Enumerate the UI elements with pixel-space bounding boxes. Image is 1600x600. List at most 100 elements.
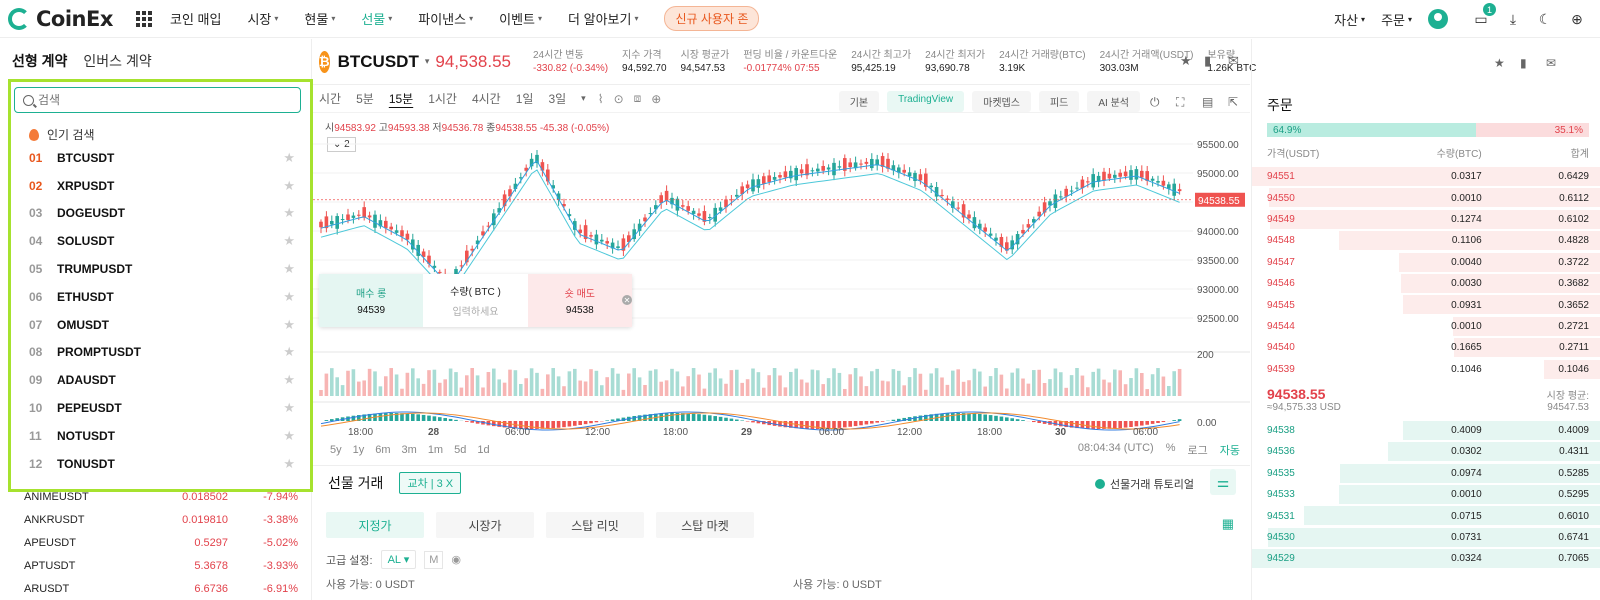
new-user-zone-button[interactable]: 신규 사용자 존	[664, 6, 760, 31]
fullscreen-icon[interactable]: ⛶	[1176, 95, 1192, 109]
globe-icon[interactable]: ⊕	[1568, 10, 1586, 28]
eye-icon[interactable]: ◉	[451, 553, 461, 566]
hot-search-item[interactable]: 12 TONUSDT ★	[29, 450, 299, 478]
bid-row[interactable]: 94531 0.0715 0.6010	[1252, 505, 1600, 526]
quick-buy-long-button[interactable]: 매수 롱 94539	[319, 274, 424, 327]
nav-item-0[interactable]: 코인 매입	[170, 9, 221, 28]
ask-row[interactable]: 94546 0.0030 0.3682	[1252, 273, 1600, 294]
download-icon[interactable]: ⤓	[1504, 10, 1522, 28]
ask-row[interactable]: 94545 0.0931 0.3652	[1252, 294, 1600, 315]
m-toggle[interactable]: M	[424, 550, 444, 569]
bid-row[interactable]: 94533 0.0010 0.5295	[1252, 484, 1600, 505]
ask-row[interactable]: 94550 0.0010 0.6112	[1252, 187, 1600, 208]
ask-row[interactable]: 94551 0.0317 0.6429	[1252, 166, 1600, 187]
ask-row[interactable]: 94548 0.1106 0.4828	[1252, 230, 1600, 251]
margin-mode-button[interactable]: 교차 | 3 X	[399, 472, 462, 494]
orders-menu[interactable]: 주문 ▾	[1381, 10, 1412, 29]
settings-sliders-icon[interactable]: ⚌	[1210, 469, 1236, 495]
percent-scale-toggle[interactable]: %	[1166, 442, 1176, 458]
timeframe-1[interactable]: 5분	[356, 90, 374, 107]
star-icon[interactable]: ★	[283, 456, 295, 472]
search-box[interactable]	[14, 87, 301, 113]
nav-item-4[interactable]: 파이낸스 ▾	[418, 9, 473, 28]
bid-row[interactable]: 94536 0.0302 0.4311	[1252, 441, 1600, 462]
star-icon[interactable]: ★	[283, 289, 295, 305]
book-icon[interactable]: ▮	[1204, 53, 1218, 68]
search-input[interactable]	[38, 93, 278, 107]
hot-search-item[interactable]: 04 SOLUSDT ★	[29, 227, 299, 255]
tab-inverse-contract[interactable]: 인버스 계약	[83, 51, 151, 71]
range-5d[interactable]: 5d	[454, 444, 466, 456]
candle-type-icon[interactable]: ⧈	[634, 91, 642, 106]
bid-row[interactable]: 94535 0.0974 0.5285	[1252, 463, 1600, 484]
add-icon[interactable]: ⊕	[651, 92, 661, 106]
timeframe-0[interactable]: 시간	[319, 90, 341, 107]
chart-view-4[interactable]: AI 분석	[1087, 91, 1140, 112]
chart-view-0[interactable]: 기본	[838, 91, 880, 112]
ask-row[interactable]: 94539 0.1046 0.1046	[1252, 359, 1600, 380]
star-icon[interactable]: ★	[283, 205, 295, 221]
chart-view-2[interactable]: 마켓뎁스	[972, 91, 1031, 112]
assets-menu[interactable]: 자산 ▾	[1334, 10, 1365, 29]
timeframe-3[interactable]: 1시간	[428, 90, 457, 107]
timeframe-4[interactable]: 4시간	[472, 90, 501, 107]
quick-qty-input[interactable]: 수량( BTC ) 입력하세요	[423, 274, 527, 327]
dark-mode-icon[interactable]: ☾	[1536, 10, 1554, 28]
nav-item-1[interactable]: 시장 ▾	[247, 9, 278, 28]
star-icon[interactable]: ★	[283, 400, 295, 416]
hot-search-item[interactable]: 10 PEPEUSDT ★	[29, 394, 299, 422]
hot-search-item[interactable]: 07 OMUSDT ★	[29, 311, 299, 339]
range-1m[interactable]: 1m	[428, 444, 443, 456]
timeframe-6[interactable]: 3일	[548, 90, 566, 107]
grid-layout-icon[interactable]: ▦	[1222, 516, 1234, 532]
al-selector[interactable]: AL ▾	[380, 550, 417, 569]
order-type-tab-2[interactable]: 스탑 리밋	[546, 512, 644, 538]
mail-icon[interactable]: ✉	[1228, 53, 1242, 68]
apps-grid-icon[interactable]	[136, 10, 152, 27]
chart-view-1[interactable]: TradingView	[887, 91, 965, 112]
nav-item-6[interactable]: 더 알아보기 ▾	[568, 9, 638, 28]
power-icon[interactable]: ⏻	[1150, 95, 1166, 109]
book-icon[interactable]: ▮	[1520, 56, 1534, 70]
market-row[interactable]: APEUSDT 0.5297 -5.02%	[0, 531, 312, 554]
star-icon[interactable]: ★	[283, 178, 295, 194]
order-type-tab-0[interactable]: 지정가	[326, 512, 424, 538]
close-icon[interactable]: ✕	[622, 295, 632, 305]
indicator-icon[interactable]: ⌇	[598, 92, 604, 106]
chevron-down-icon[interactable]: ▾	[581, 93, 586, 104]
ask-row[interactable]: 94549 0.1274 0.6102	[1252, 209, 1600, 230]
hot-search-item[interactable]: 02 XRPUSDT ★	[29, 172, 299, 200]
star-icon[interactable]: ★	[1180, 53, 1194, 68]
nav-item-2[interactable]: 현물 ▾	[304, 9, 335, 28]
star-icon[interactable]: ★	[283, 372, 295, 388]
timeframe-5[interactable]: 1일	[516, 90, 534, 107]
mail-icon[interactable]: ✉	[1546, 56, 1560, 70]
hot-search-item[interactable]: 03 DOGEUSDT ★	[29, 200, 299, 228]
ask-row[interactable]: 94544 0.0010 0.2721	[1252, 316, 1600, 337]
range-5y[interactable]: 5y	[330, 444, 342, 456]
chevron-down-icon[interactable]: ▾	[425, 56, 430, 67]
star-icon[interactable]: ★	[283, 428, 295, 444]
auto-scale-toggle[interactable]: 자동	[1220, 442, 1240, 458]
market-row[interactable]: ARUSDT 6.6736 -6.91%	[0, 577, 312, 600]
tab-linear-contract[interactable]: 선형 계약	[12, 51, 67, 71]
bid-row[interactable]: 94530 0.0731 0.6741	[1252, 527, 1600, 548]
hot-search-item[interactable]: 06 ETHUSDT ★	[29, 283, 299, 311]
hot-search-item[interactable]: 08 PROMPTUSDT ★	[29, 339, 299, 367]
hot-search-item[interactable]: 05 TRUMPUSDT ★	[29, 255, 299, 283]
timeframe-2[interactable]: 15분	[389, 90, 413, 107]
market-row[interactable]: APTUSDT 5.3678 -3.93%	[0, 554, 312, 577]
pair-name[interactable]: BTCUSDT	[338, 52, 419, 72]
range-3m[interactable]: 3m	[402, 444, 417, 456]
bid-row[interactable]: 94538 0.4009 0.4009	[1252, 420, 1600, 441]
order-type-tab-3[interactable]: 스탑 마켓	[656, 512, 754, 538]
quick-sell-short-button[interactable]: 숏 매도 94538	[527, 274, 632, 327]
star-icon[interactable]: ★	[283, 261, 295, 277]
range-1y[interactable]: 1y	[353, 444, 365, 456]
range-1d[interactable]: 1d	[477, 444, 489, 456]
bid-row[interactable]: 94529 0.0324 0.7065	[1252, 548, 1600, 569]
share-icon[interactable]: ⇱	[1228, 95, 1244, 109]
nav-item-5[interactable]: 이벤트 ▾	[499, 9, 542, 28]
star-icon[interactable]: ★	[1494, 56, 1508, 70]
market-row[interactable]: ANKRUSDT 0.019810 -3.38%	[0, 508, 312, 531]
